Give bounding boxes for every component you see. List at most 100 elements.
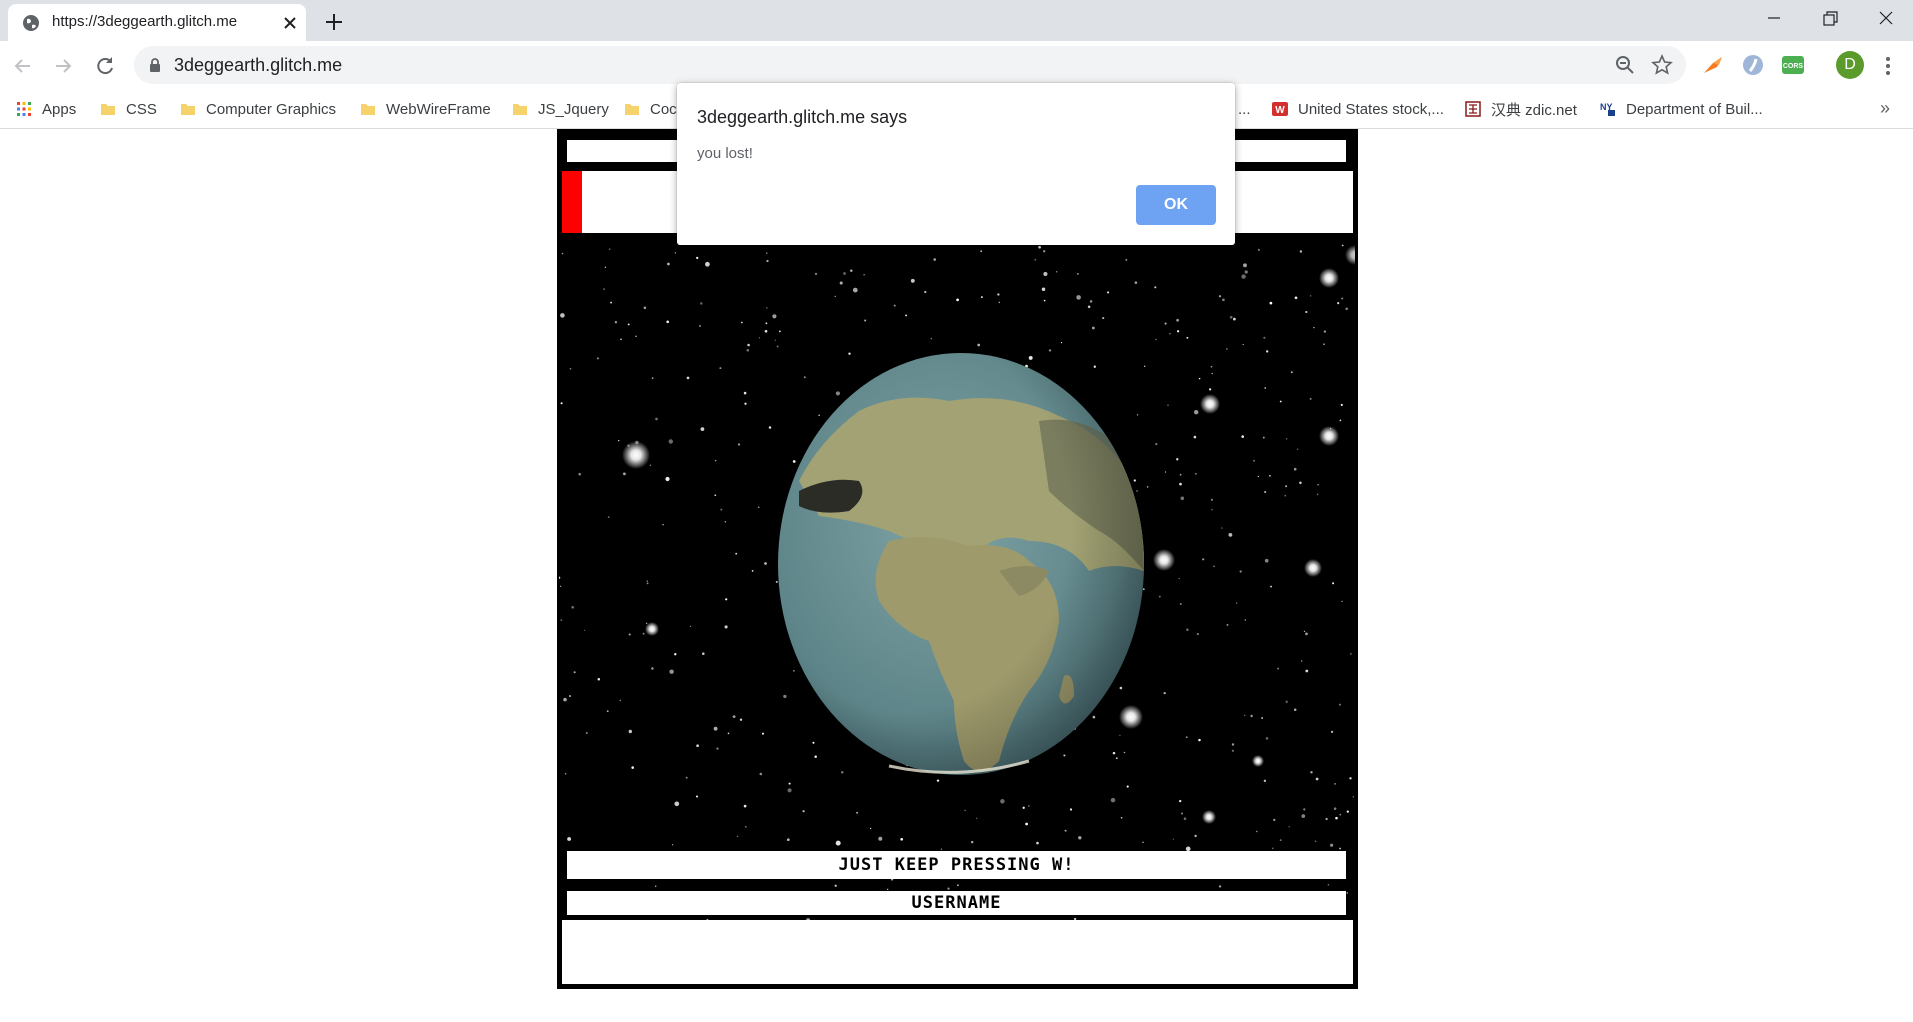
profile-avatar[interactable]: D (1836, 51, 1864, 79)
extension-fox-icon[interactable] (1701, 53, 1725, 77)
url-text: 3deggearth.glitch.me (174, 55, 343, 75)
star (1243, 714, 1246, 717)
bookmark-folder-computer-graphics[interactable]: Computer Graphics (180, 90, 336, 128)
star (724, 625, 728, 629)
bookmark-apps[interactable]: Apps (16, 90, 76, 128)
extension-cors-icon[interactable]: CORS (1781, 53, 1805, 77)
star (668, 439, 673, 444)
menu-dots-icon[interactable] (1878, 53, 1898, 79)
star (1133, 479, 1136, 482)
star (1194, 472, 1197, 475)
reload-icon[interactable] (92, 53, 118, 79)
star (1334, 783, 1336, 785)
star (1228, 533, 1233, 537)
star (662, 523, 664, 526)
bookmark-folder-webwireframe[interactable]: WebWireFrame (360, 90, 491, 128)
star (764, 329, 768, 333)
restore-icon[interactable] (1808, 6, 1852, 36)
star (1316, 493, 1319, 496)
star (739, 718, 743, 721)
star (1341, 244, 1344, 247)
bookmark-department-of-buildings[interactable]: NY Department of Buil... (1600, 90, 1763, 128)
close-icon[interactable] (280, 13, 300, 33)
star (714, 494, 717, 497)
star (764, 562, 767, 565)
browser-tab[interactable]: https://3deggearth.glitch.me (8, 4, 306, 41)
bookmarks-overflow-icon[interactable]: » (1880, 98, 1890, 119)
w-logo-icon: W (1272, 102, 1288, 116)
star (603, 288, 605, 290)
zoom-icon[interactable] (1614, 54, 1636, 76)
window-close-icon[interactable] (1864, 6, 1908, 36)
star (1346, 810, 1349, 813)
bookmark-folder-js-jquery[interactable]: JS_Jquery (512, 90, 609, 128)
star (1056, 271, 1058, 273)
username-field[interactable] (562, 920, 1353, 984)
extension-blue-icon[interactable] (1741, 53, 1765, 77)
star (1218, 295, 1222, 298)
bookmark-zdic[interactable]: 汉典 zdic.net (1465, 90, 1577, 128)
star (1279, 839, 1282, 841)
star (924, 290, 927, 294)
star (1352, 796, 1355, 798)
minimize-icon[interactable] (1752, 6, 1796, 36)
star (1303, 630, 1306, 633)
star (1301, 814, 1306, 818)
star (1239, 570, 1242, 573)
star (1176, 318, 1179, 322)
star (1092, 326, 1095, 330)
forward-arrow-icon[interactable] (50, 53, 76, 79)
address-bar[interactable]: 3deggearth.glitch.me (134, 46, 1686, 84)
bookmark-star-icon[interactable] (1651, 54, 1673, 76)
bookmark-us-stock[interactable]: W United States stock,... (1272, 90, 1444, 128)
star (774, 339, 776, 341)
star (1310, 771, 1313, 774)
star (741, 321, 743, 324)
star (674, 252, 677, 254)
star (1093, 365, 1096, 368)
star (998, 301, 1001, 304)
bookmark-folder-coc[interactable]: Coc (624, 90, 677, 128)
star (852, 287, 858, 293)
star (1036, 841, 1039, 845)
star (1063, 754, 1066, 757)
star (1264, 387, 1266, 389)
alert-title: 3deggearth.glitch.me says (697, 107, 908, 127)
star (1339, 419, 1342, 422)
star (649, 464, 652, 466)
star (976, 817, 978, 819)
star (610, 301, 613, 304)
star (786, 838, 790, 842)
star (783, 694, 787, 699)
star (788, 782, 791, 785)
star (1169, 333, 1171, 335)
star (705, 261, 710, 267)
star (1337, 302, 1340, 305)
star (1198, 377, 1201, 380)
bookmark-truncated[interactable]: ... (1238, 90, 1251, 128)
star (1210, 498, 1213, 501)
star (1202, 558, 1205, 561)
star (1092, 715, 1096, 719)
star (1181, 812, 1183, 815)
star (686, 376, 690, 380)
globe-icon (23, 15, 39, 31)
star (1244, 619, 1247, 621)
star (584, 629, 586, 631)
bookmark-folder-css[interactable]: CSS (100, 90, 157, 128)
star (1142, 841, 1144, 843)
star (779, 330, 781, 333)
star (651, 377, 654, 379)
star (646, 582, 649, 585)
star (1102, 317, 1105, 320)
ok-button[interactable]: OK (1136, 185, 1216, 225)
star (765, 322, 768, 325)
star (1183, 817, 1187, 820)
new-tab-icon[interactable] (322, 10, 346, 34)
star (864, 319, 867, 322)
star (766, 259, 769, 263)
star (713, 726, 718, 731)
star (1027, 805, 1030, 807)
bookmark-label: Coc (650, 100, 677, 118)
back-arrow-icon[interactable] (10, 53, 36, 79)
